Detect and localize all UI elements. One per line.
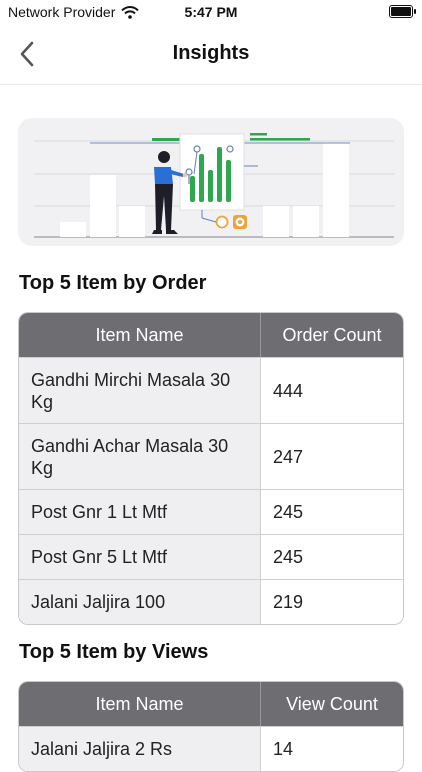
table-header-row: Item Name Order Count [19, 313, 403, 357]
page-title: Insights [172, 42, 250, 64]
order-count-cell: 245 [261, 489, 403, 534]
analytics-illustration-graphic [34, 133, 394, 238]
battery-icon [389, 5, 416, 18]
table-row: Gandhi Achar Masala 30 Kg 247 [19, 423, 403, 489]
table-row: Post Gnr 5 Lt Mtf 245 [19, 534, 403, 579]
order-count-cell: 245 [261, 534, 403, 579]
table-row: Jalani Jaljira 2 Rs 14 [19, 726, 403, 771]
item-name-cell: Gandhi Mirchi Masala 30 Kg [19, 357, 261, 423]
column-header-item-name: Item Name [19, 682, 261, 726]
table-row: Gandhi Mirchi Masala 30 Kg 444 [19, 357, 403, 423]
table-header-row: Item Name View Count [19, 682, 403, 726]
item-name-cell: Gandhi Achar Masala 30 Kg [19, 423, 261, 489]
item-name-cell: Jalani Jaljira 100 [19, 579, 261, 624]
view-count-cell: 14 [261, 726, 403, 771]
order-count-cell: 247 [261, 423, 403, 489]
column-header-order-count: Order Count [261, 313, 403, 357]
column-header-item-name: Item Name [19, 313, 261, 357]
table-row: Jalani Jaljira 100 219 [19, 579, 403, 624]
table-row: Post Gnr 1 Lt Mtf 245 [19, 489, 403, 534]
item-name-cell: Post Gnr 1 Lt Mtf [19, 489, 261, 534]
item-name-cell: Jalani Jaljira 2 Rs [19, 726, 261, 771]
insights-illustration [18, 118, 404, 246]
orders-table: Item Name Order Count Gandhi Mirchi Masa… [18, 312, 404, 625]
nav-bar: Insights [0, 24, 422, 85]
item-name-cell: Post Gnr 5 Lt Mtf [19, 534, 261, 579]
views-table: Item Name View Count Jalani Jaljira 2 Rs… [18, 681, 404, 772]
orders-section-title: Top 5 Item by Order [19, 272, 207, 294]
order-count-cell: 444 [261, 357, 403, 423]
views-section-title: Top 5 Item by Views [19, 641, 209, 663]
status-bar: Network Provider 5:47 PM [0, 0, 422, 24]
status-time: 5:47 PM [184, 4, 238, 20]
order-count-cell: 219 [261, 579, 403, 624]
column-header-view-count: View Count [261, 682, 403, 726]
